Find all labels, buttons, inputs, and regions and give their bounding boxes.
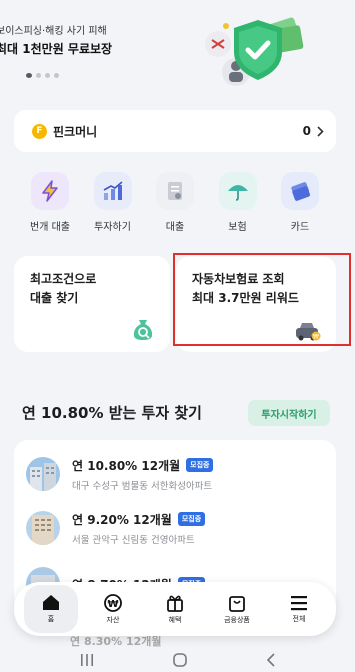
service-loan-flash[interactable]: 번개 대출 [20, 172, 80, 242]
service-tile [156, 172, 194, 210]
status-badge: 모집중 [177, 512, 206, 526]
highlight-box [173, 253, 351, 346]
home-icon [43, 595, 59, 610]
home-button-icon[interactable] [172, 652, 188, 668]
item-rate-row: 연 9.20% 12개월 모집중 [72, 511, 206, 528]
money-bag-search-icon [133, 320, 153, 340]
card-icon [291, 182, 311, 201]
banner-pagination [26, 73, 59, 78]
tab-benefits[interactable]: 혜택 [148, 585, 202, 633]
item-address: 서울 관악구 신림동 건영아파트 [72, 534, 195, 546]
apartment-thumbnail [26, 457, 60, 491]
list-item[interactable]: 연 9.20% 12개월 모집중 서울 관악구 신림동 건영아파트 [26, 508, 326, 548]
document-icon [168, 182, 182, 200]
item-rate: 연 10.80% 12개월 [72, 458, 181, 473]
bottom-tab-bar: 홈 ₩ 자산 혜택 금융상품 전체 [14, 582, 336, 636]
item-address: 대구 수성구 범물동 서한화성아파트 [72, 480, 213, 492]
menu-icon [291, 595, 307, 610]
recent-apps-icon[interactable] [79, 653, 95, 667]
money-value: 0 [302, 124, 311, 138]
service-shortcuts: 번개 대출 투자하기 대출 보험 카드 [14, 172, 336, 242]
service-label: 대출 [165, 222, 185, 233]
tab-label: 자산 [106, 615, 120, 624]
coin-icon: F [32, 123, 47, 139]
tab-label: 전체 [292, 614, 306, 623]
promo-banner[interactable]: 보이스피싱·해킹 사기 피해 최대 1천만원 무료보장 [0, 0, 355, 100]
card-line2: 대출 찾기 [30, 291, 79, 305]
pagination-dot [54, 73, 59, 78]
apartment-thumbnail [26, 511, 60, 545]
status-badge: 모집중 [186, 458, 214, 472]
money-label: 핀크머니 [53, 124, 98, 139]
gift-icon [167, 595, 183, 612]
service-tile [93, 172, 132, 210]
item-rate-row: 연 10.80% 12개월 모집중 [72, 457, 214, 474]
service-label: 카드 [290, 222, 310, 233]
list-item[interactable]: 연 10.80% 12개월 모집중 대구 수성구 범물동 서한화성아파트 [26, 454, 326, 494]
pagination-dot [36, 73, 41, 78]
svg-text:₩: ₩ [107, 599, 118, 610]
pagination-dot [45, 73, 50, 78]
tab-label: 혜택 [168, 615, 182, 624]
invest-section-title: 연 10.80% 받는 투자 찾기 [22, 404, 202, 422]
tab-assets[interactable]: ₩ 자산 [86, 585, 140, 633]
service-label: 투자하기 [94, 222, 131, 233]
back-icon[interactable] [265, 653, 277, 667]
tab-label: 홈 [47, 615, 55, 623]
item-rate: 연 9.20% 12개월 [72, 512, 172, 527]
tab-home[interactable]: 홈 [24, 585, 78, 633]
banner-title: 최대 1천만원 무료보장 [0, 42, 113, 56]
money-value-wrapper: 0 [303, 124, 324, 138]
start-invest-button[interactable]: 투자시작하기 [248, 400, 330, 426]
service-insurance[interactable]: 보험 [208, 172, 268, 242]
bar-chart-icon [103, 181, 123, 200]
lightning-icon [42, 180, 58, 202]
service-label: 보험 [228, 222, 247, 233]
tab-label: 금융상품 [224, 615, 250, 624]
service-invest[interactable]: 투자하기 [83, 172, 143, 242]
item-text: 연 9.20% 12개월 모집중 서울 관악구 신림동 건영아파트 [72, 511, 206, 546]
chevron-right-icon [317, 125, 324, 137]
shield-money-illustration [205, 17, 304, 86]
tab-products[interactable]: 금융상품 [210, 585, 264, 633]
service-loan[interactable]: 대출 [145, 172, 205, 242]
system-navigation-bar [0, 648, 355, 672]
pink-money-card[interactable]: F 핀크머니 0 [14, 110, 336, 152]
won-icon: ₩ [104, 593, 122, 612]
service-label: 번개 대출 [30, 222, 70, 233]
banner-subtitle: 보이스피싱·해킹 사기 피해 [0, 26, 107, 37]
shopping-bag-icon [229, 595, 245, 612]
item-text: 연 10.80% 12개월 모집중 대구 수성구 범물동 서한화성아파트 [72, 457, 214, 492]
service-tile [218, 172, 257, 210]
loan-search-card[interactable]: 최고조건으로 대출 찾기 [14, 256, 170, 352]
tab-all[interactable]: 전체 [272, 585, 326, 633]
card-line1: 최고조건으로 [30, 272, 97, 286]
service-tile [31, 172, 69, 210]
service-tile [281, 172, 319, 210]
service-card[interactable]: 카드 [270, 172, 330, 242]
umbrella-icon [227, 185, 248, 201]
pagination-dot [26, 73, 32, 78]
